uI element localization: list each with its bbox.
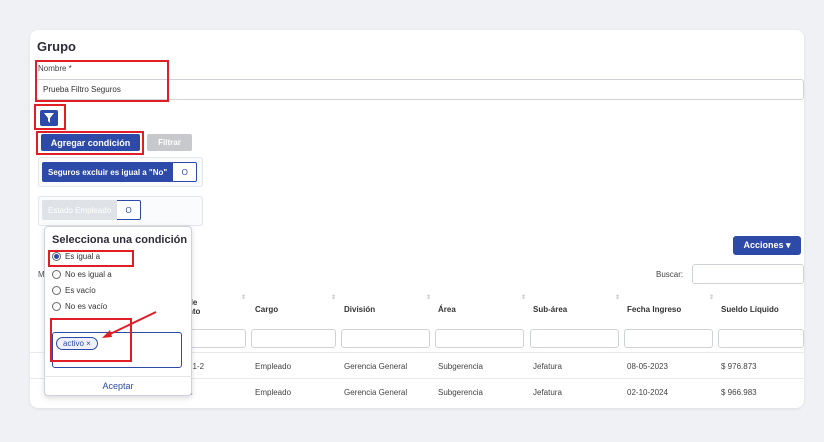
table-header[interactable]: División	[344, 305, 375, 314]
option-label: Es vacío	[65, 286, 96, 295]
table-cell: Gerencia General	[344, 388, 408, 397]
radio-icon[interactable]	[52, 302, 61, 311]
column-filter-input[interactable]	[435, 329, 524, 348]
accept-button[interactable]: Aceptar	[44, 376, 192, 394]
search-label: Buscar:	[656, 270, 684, 279]
option-empty[interactable]: Es vacío	[52, 286, 96, 295]
table-cell: Gerencia General	[344, 362, 408, 371]
filter-apply-button[interactable]: Filtrar	[147, 134, 192, 151]
sort-icon[interactable]: ⇕	[426, 294, 431, 301]
option-not-equals[interactable]: No es igual a	[52, 270, 112, 279]
table-cell: 08-05-2023	[627, 362, 668, 371]
table-header[interactable]: Área	[438, 305, 456, 314]
condition-chip[interactable]: Seguros excluir es igual a "No" O	[42, 162, 198, 182]
sort-icon[interactable]: ⇕	[521, 294, 526, 301]
option-not-empty[interactable]: No es vacío	[52, 302, 107, 311]
table-cell: Jefatura	[533, 388, 562, 397]
column-filter-input[interactable]	[251, 329, 336, 348]
condition-operator[interactable]: O	[117, 200, 142, 220]
table-header[interactable]: Fecha Ingreso	[627, 305, 681, 314]
table-cell: Empleado	[255, 362, 292, 371]
sort-icon[interactable]: ⇕	[331, 294, 336, 301]
column-filter-input[interactable]	[530, 329, 619, 348]
sort-icon[interactable]: ⇕	[615, 294, 620, 301]
table-cell: Subgerencia	[438, 362, 483, 371]
table-cell: 02-10-2024	[627, 388, 668, 397]
column-filter-input[interactable]	[341, 329, 430, 348]
condition-chip[interactable]: Estado Empleado O	[42, 200, 142, 220]
table-cell: Subgerencia	[438, 388, 483, 397]
condition-label[interactable]: Estado Empleado	[42, 200, 118, 220]
table-cell: $ 976.873	[721, 362, 757, 371]
column-filter-input[interactable]	[624, 329, 713, 348]
sort-icon[interactable]: ⇕	[709, 294, 714, 301]
table-cell: $ 966.983	[721, 388, 757, 397]
table-header[interactable]: Cargo	[255, 305, 278, 314]
highlight-box	[35, 60, 169, 102]
condition-operator[interactable]: O	[173, 162, 198, 182]
actions-button[interactable]: Acciones ▾	[733, 236, 801, 255]
column-filter-input[interactable]	[188, 329, 246, 348]
table-header[interactable]: Sub-área	[533, 305, 567, 314]
table-header[interactable]: Sueldo Líquido	[721, 305, 779, 314]
column-filter-input[interactable]	[718, 329, 804, 348]
page-title: Grupo	[37, 39, 76, 54]
radio-icon[interactable]	[52, 286, 61, 295]
table-cell: Jefatura	[533, 362, 562, 371]
highlight-box	[48, 250, 134, 267]
table-cell: Empleado	[255, 388, 292, 397]
highlight-box	[34, 104, 66, 130]
sort-icon[interactable]: ⇕	[241, 294, 246, 301]
search-input[interactable]	[692, 264, 804, 284]
popup-title: Selecciona una condición	[52, 234, 188, 246]
condition-label[interactable]: Seguros excluir es igual a "No"	[42, 162, 174, 182]
arrow-annotation-icon	[102, 311, 157, 338]
radio-icon[interactable]	[52, 270, 61, 279]
highlight-box	[36, 131, 144, 155]
option-label: No es igual a	[65, 270, 112, 279]
